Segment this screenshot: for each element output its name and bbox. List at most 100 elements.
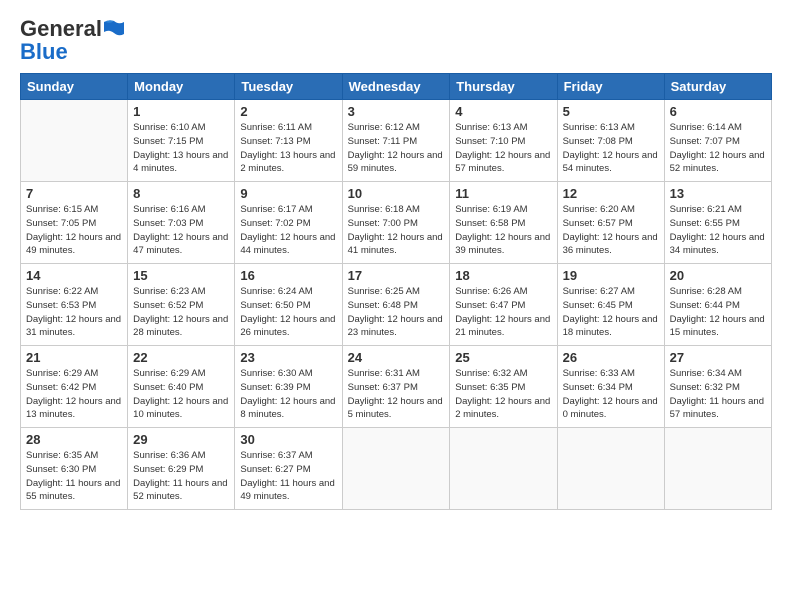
calendar-day-cell: 27Sunrise: 6:34 AMSunset: 6:32 PMDayligh… <box>664 346 771 428</box>
sunset-text: Sunset: 6:44 PM <box>670 299 766 313</box>
calendar-day-cell: 28Sunrise: 6:35 AMSunset: 6:30 PMDayligh… <box>21 428 128 510</box>
sunrise-text: Sunrise: 6:20 AM <box>563 203 659 217</box>
calendar-day-cell: 24Sunrise: 6:31 AMSunset: 6:37 PMDayligh… <box>342 346 450 428</box>
daylight-label: Daylight: 12 hours and 47 minutes. <box>133 231 229 259</box>
day-number: 15 <box>133 268 229 283</box>
calendar-week-row: 21 Sunrise: 6:29 AMSunset: 6:42 PMDayligh… <box>21 346 772 428</box>
day-info: Sunrise: 6:31 AMSunset: 6:37 PMDaylight:… <box>348 367 445 422</box>
day-info: Sunrise: 6:19 AMSunset: 6:58 PMDaylight:… <box>455 203 551 258</box>
sunrise-text: Sunrise: 6:35 AM <box>26 449 122 463</box>
sunrise-text: Sunrise: 6:30 AM <box>240 367 336 381</box>
sunset-text: Sunset: 7:11 PM <box>348 135 445 149</box>
calendar-day-cell: 7Sunrise: 6:15 AMSunset: 7:05 PMDaylight… <box>21 182 128 264</box>
sunrise-text: Sunrise: 6:23 AM <box>133 285 229 299</box>
calendar-day-cell: 29Sunrise: 6:36 AMSunset: 6:29 PMDayligh… <box>128 428 235 510</box>
day-number: 18 <box>455 268 551 283</box>
daylight-label: Daylight: 11 hours and 49 minutes. <box>240 477 336 505</box>
sunrise-text: Sunrise: 6:37 AM <box>240 449 336 463</box>
day-info: Sunrise: 6:16 AMSunset: 7:03 PMDaylight:… <box>133 203 229 258</box>
day-number: 8 <box>133 186 229 201</box>
calendar-day-header: Friday <box>557 74 664 100</box>
day-info: Sunrise: 6:24 AMSunset: 6:50 PMDaylight:… <box>240 285 336 340</box>
day-info: Sunrise: 6:29 AMSunset: 6:40 PMDaylight:… <box>133 367 229 422</box>
sunrise-text: Sunrise: 6:19 AM <box>455 203 551 217</box>
day-info: Sunrise: 6:11 AMSunset: 7:13 PMDaylight:… <box>240 121 336 176</box>
day-number: 25 <box>455 350 551 365</box>
day-info: Sunrise: 6:13 AMSunset: 7:08 PMDaylight:… <box>563 121 659 176</box>
calendar-day-cell: 2 Sunrise: 6:11 AMSunset: 7:13 PMDaylight… <box>235 100 342 182</box>
calendar-day-cell: 16 Sunrise: 6:24 AMSunset: 6:50 PMDayligh… <box>235 264 342 346</box>
day-info: Sunrise: 6:33 AMSunset: 6:34 PMDaylight:… <box>563 367 659 422</box>
daylight-label: Daylight: 12 hours and 15 minutes. <box>670 313 766 341</box>
sunset-text: Sunset: 6:42 PM <box>26 381 122 395</box>
logo: General Blue <box>20 18 125 63</box>
daylight-label: Daylight: 12 hours and 57 minutes. <box>455 149 551 177</box>
day-info: Sunrise: 6:34 AMSunset: 6:32 PMDaylight:… <box>670 367 766 422</box>
calendar-day-cell: 6Sunrise: 6:14 AMSunset: 7:07 PMDaylight… <box>664 100 771 182</box>
day-info: Sunrise: 6:25 AMSunset: 6:48 PMDaylight:… <box>348 285 445 340</box>
sunset-text: Sunset: 6:37 PM <box>348 381 445 395</box>
day-number: 1 <box>133 104 229 119</box>
calendar-day-cell: 1Sunrise: 6:10 AMSunset: 7:15 PMDaylight… <box>128 100 235 182</box>
day-number: 11 <box>455 186 551 201</box>
day-info: Sunrise: 6:20 AMSunset: 6:57 PMDaylight:… <box>563 203 659 258</box>
calendar-day-cell: 3 Sunrise: 6:12 AMSunset: 7:11 PMDaylight… <box>342 100 450 182</box>
calendar-week-row: 14Sunrise: 6:22 AMSunset: 6:53 PMDayligh… <box>21 264 772 346</box>
day-info: Sunrise: 6:14 AMSunset: 7:07 PMDaylight:… <box>670 121 766 176</box>
daylight-label: Daylight: 12 hours and 10 minutes. <box>133 395 229 423</box>
day-info: Sunrise: 6:12 AMSunset: 7:11 PMDaylight:… <box>348 121 445 176</box>
calendar-day-cell: 20Sunrise: 6:28 AMSunset: 6:44 PMDayligh… <box>664 264 771 346</box>
sunrise-text: Sunrise: 6:26 AM <box>455 285 551 299</box>
daylight-label: Daylight: 12 hours and 2 minutes. <box>455 395 551 423</box>
sunrise-text: Sunrise: 6:14 AM <box>670 121 766 135</box>
logo-blue-label: Blue <box>20 41 68 63</box>
day-info: Sunrise: 6:32 AMSunset: 6:35 PMDaylight:… <box>455 367 551 422</box>
day-number: 22 <box>133 350 229 365</box>
calendar-day-header: Saturday <box>664 74 771 100</box>
day-info: Sunrise: 6:21 AMSunset: 6:55 PMDaylight:… <box>670 203 766 258</box>
sunset-text: Sunset: 7:05 PM <box>26 217 122 231</box>
sunrise-text: Sunrise: 6:18 AM <box>348 203 445 217</box>
day-info: Sunrise: 6:18 AMSunset: 7:00 PMDaylight:… <box>348 203 445 258</box>
day-info: Sunrise: 6:22 AMSunset: 6:53 PMDaylight:… <box>26 285 122 340</box>
calendar-week-row: 7Sunrise: 6:15 AMSunset: 7:05 PMDaylight… <box>21 182 772 264</box>
daylight-label: Daylight: 12 hours and 31 minutes. <box>26 313 122 341</box>
daylight-label: Daylight: 13 hours and 2 minutes. <box>240 149 336 177</box>
calendar-day-header: Wednesday <box>342 74 450 100</box>
calendar-day-cell: 8 Sunrise: 6:16 AMSunset: 7:03 PMDaylight… <box>128 182 235 264</box>
day-number: 21 <box>26 350 122 365</box>
day-info: Sunrise: 6:36 AMSunset: 6:29 PMDaylight:… <box>133 449 229 504</box>
day-number: 2 <box>240 104 336 119</box>
day-number: 3 <box>348 104 445 119</box>
sunrise-text: Sunrise: 6:32 AM <box>455 367 551 381</box>
calendar-day-header: Sunday <box>21 74 128 100</box>
day-info: Sunrise: 6:29 AMSunset: 6:42 PMDaylight:… <box>26 367 122 422</box>
day-info: Sunrise: 6:27 AMSunset: 6:45 PMDaylight:… <box>563 285 659 340</box>
daylight-label: Daylight: 12 hours and 23 minutes. <box>348 313 445 341</box>
sunset-text: Sunset: 6:32 PM <box>670 381 766 395</box>
daylight-label: Daylight: 13 hours and 4 minutes. <box>133 149 229 177</box>
calendar-week-row: 28Sunrise: 6:35 AMSunset: 6:30 PMDayligh… <box>21 428 772 510</box>
day-number: 5 <box>563 104 659 119</box>
daylight-label: Daylight: 12 hours and 26 minutes. <box>240 313 336 341</box>
calendar-day-cell <box>342 428 450 510</box>
sunset-text: Sunset: 6:35 PM <box>455 381 551 395</box>
calendar-day-header: Tuesday <box>235 74 342 100</box>
day-number: 28 <box>26 432 122 447</box>
sunrise-text: Sunrise: 6:22 AM <box>26 285 122 299</box>
daylight-label: Daylight: 12 hours and 5 minutes. <box>348 395 445 423</box>
daylight-label: Daylight: 12 hours and 59 minutes. <box>348 149 445 177</box>
day-info: Sunrise: 6:26 AMSunset: 6:47 PMDaylight:… <box>455 285 551 340</box>
sunrise-text: Sunrise: 6:21 AM <box>670 203 766 217</box>
sunset-text: Sunset: 7:10 PM <box>455 135 551 149</box>
page-header: General Blue <box>20 18 772 63</box>
calendar-day-cell: 14Sunrise: 6:22 AMSunset: 6:53 PMDayligh… <box>21 264 128 346</box>
calendar-day-cell: 13Sunrise: 6:21 AMSunset: 6:55 PMDayligh… <box>664 182 771 264</box>
day-number: 16 <box>240 268 336 283</box>
day-number: 19 <box>563 268 659 283</box>
sunrise-text: Sunrise: 6:12 AM <box>348 121 445 135</box>
sunset-text: Sunset: 6:53 PM <box>26 299 122 313</box>
sunset-text: Sunset: 6:45 PM <box>563 299 659 313</box>
day-info: Sunrise: 6:15 AMSunset: 7:05 PMDaylight:… <box>26 203 122 258</box>
day-info: Sunrise: 6:30 AMSunset: 6:39 PMDaylight:… <box>240 367 336 422</box>
